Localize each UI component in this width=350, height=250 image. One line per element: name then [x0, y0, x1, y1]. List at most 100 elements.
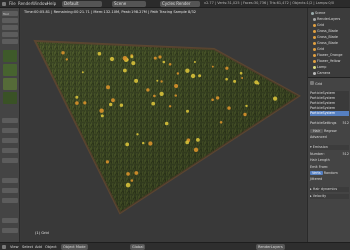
flower — [164, 121, 169, 126]
flower — [159, 91, 164, 96]
flower — [151, 101, 156, 106]
number-label: Number: — [310, 152, 325, 156]
tool-button[interactable] — [2, 198, 18, 203]
flower — [211, 65, 214, 68]
tool-button[interactable] — [2, 228, 18, 233]
outliner-item-label: Grass_Blade — [317, 29, 338, 33]
tool-button[interactable] — [2, 218, 18, 223]
flower — [185, 140, 190, 145]
outliner-item-label: Grass_Blade — [317, 41, 338, 45]
texture-thumbnail[interactable] — [3, 50, 17, 62]
outliner-item[interactable]: RenderLayers — [313, 17, 340, 22]
hair-length-field[interactable]: Hair Length — [310, 158, 349, 163]
menu-file[interactable]: File — [9, 1, 16, 6]
particle-settings-field[interactable]: ParticleSettings 512 — [310, 121, 349, 126]
flower — [134, 78, 139, 83]
scene-selector[interactable]: Scene — [112, 1, 146, 7]
render-progress-info: Time:00:05.81 | Remaining:00:21.71 | Mem… — [24, 10, 197, 14]
menu-object[interactable]: Object — [45, 244, 57, 250]
outliner-item[interactable]: Flower_Orange — [313, 53, 342, 58]
editor-type-icon[interactable] — [2, 245, 6, 249]
flower — [81, 71, 84, 74]
render-layer-selector[interactable]: RenderLayers — [256, 244, 285, 250]
flower — [75, 101, 79, 105]
tool-button[interactable] — [2, 178, 18, 183]
flower — [156, 79, 159, 82]
particles-tab-icon[interactable] — [310, 81, 314, 85]
outliner-item[interactable]: Grass_Blade — [313, 29, 338, 34]
texture-thumbnail[interactable] — [3, 64, 17, 76]
flower — [168, 63, 172, 66]
particle-system-item-selected[interactable]: ParticleSystem — [310, 111, 349, 116]
menu-help[interactable]: Help — [47, 1, 56, 6]
flower — [174, 84, 179, 88]
tool-shelf: Tool — [0, 8, 20, 242]
menu-select[interactable]: Select — [22, 244, 33, 250]
screen-layout-selector[interactable]: Default — [62, 1, 102, 7]
settings-user-count: 512 — [342, 121, 349, 125]
pivot-orientation-selector[interactable]: Global — [130, 244, 146, 250]
flower — [75, 95, 79, 99]
emission-panel-header[interactable]: ▾ Emission — [310, 145, 349, 150]
advanced-checkbox[interactable]: Advanced — [310, 135, 349, 140]
top-menu-bar: File Render Window Help Default Scene Cy… — [0, 0, 350, 8]
jittered-option[interactable]: Jittered — [310, 177, 349, 182]
menu-view[interactable]: View — [10, 244, 19, 250]
outliner-item[interactable]: Scene — [311, 11, 325, 16]
flower — [257, 82, 260, 85]
type-value[interactable]: Hair — [310, 129, 323, 133]
flower — [225, 77, 228, 81]
camera-icon — [313, 71, 316, 75]
flower — [134, 171, 139, 175]
tool-button[interactable] — [2, 138, 18, 143]
tool-button[interactable] — [2, 118, 18, 123]
emission-label: Emission — [312, 145, 328, 149]
outliner-item[interactable]: Grass_Blade — [313, 35, 338, 40]
menu-render[interactable]: Render — [18, 1, 32, 6]
emit-verts-button[interactable]: Verts — [310, 171, 323, 175]
tool-tab[interactable]: Tool — [2, 11, 18, 16]
properties-sidebar: Scene RenderLayers Grid Grass_Blade Gras… — [307, 8, 350, 242]
number-field[interactable]: Number: 512 — [310, 152, 349, 157]
flower — [148, 141, 153, 146]
outliner-item[interactable]: Flower_Yellow — [313, 59, 340, 64]
flower — [174, 94, 177, 97]
3d-viewport[interactable]: Time:00:05.81 | Remaining:00:21.71 | Mem… — [21, 8, 306, 242]
tool-button[interactable] — [2, 25, 18, 30]
tool-button[interactable] — [2, 148, 18, 153]
tool-button[interactable] — [2, 39, 18, 44]
flower — [243, 112, 247, 117]
mesh-icon — [313, 47, 316, 51]
tool-button[interactable] — [2, 18, 18, 23]
random-checkbox[interactable]: Random — [324, 171, 338, 175]
outliner-item[interactable]: Grid — [313, 47, 324, 52]
flower — [83, 101, 87, 105]
tool-button[interactable] — [2, 32, 18, 37]
tool-button[interactable] — [2, 158, 18, 163]
particle-properties: Grid ParticleSystem ParticleSystem Parti… — [308, 79, 350, 242]
flower — [211, 98, 214, 102]
menu-add[interactable]: Add — [35, 244, 42, 250]
velocity-panel-header[interactable]: ▸ Velocity — [310, 194, 349, 199]
outliner-item[interactable]: Lamp — [313, 65, 326, 70]
flower — [198, 74, 202, 78]
texture-thumbnail[interactable] — [3, 78, 17, 90]
tool-button[interactable] — [2, 188, 18, 193]
texture-thumbnail[interactable] — [3, 92, 17, 104]
flower — [109, 102, 113, 107]
hair-dynamics-panel-header[interactable]: ▸ Hair dynamics — [310, 187, 349, 192]
regrow-checkbox[interactable]: Regrow — [324, 129, 337, 133]
mesh-icon — [313, 29, 316, 33]
particle-system-label: ParticleSystem — [310, 91, 336, 95]
outliner-item[interactable]: Grid — [313, 23, 324, 28]
menu-window[interactable]: Window — [32, 1, 48, 6]
tool-button[interactable] — [2, 128, 18, 133]
outliner-item[interactable]: Camera — [313, 71, 330, 76]
flower — [162, 60, 166, 64]
outliner-item[interactable]: Grass_Blade — [313, 41, 338, 46]
editor-type-icon[interactable] — [2, 2, 6, 6]
render-engine-selector[interactable]: Cycles Render — [160, 1, 200, 7]
mode-selector[interactable]: Object Mode — [61, 244, 88, 250]
outliner-item-label: Scene — [315, 11, 326, 15]
emit-from-label-row: Emit From: — [310, 165, 349, 170]
